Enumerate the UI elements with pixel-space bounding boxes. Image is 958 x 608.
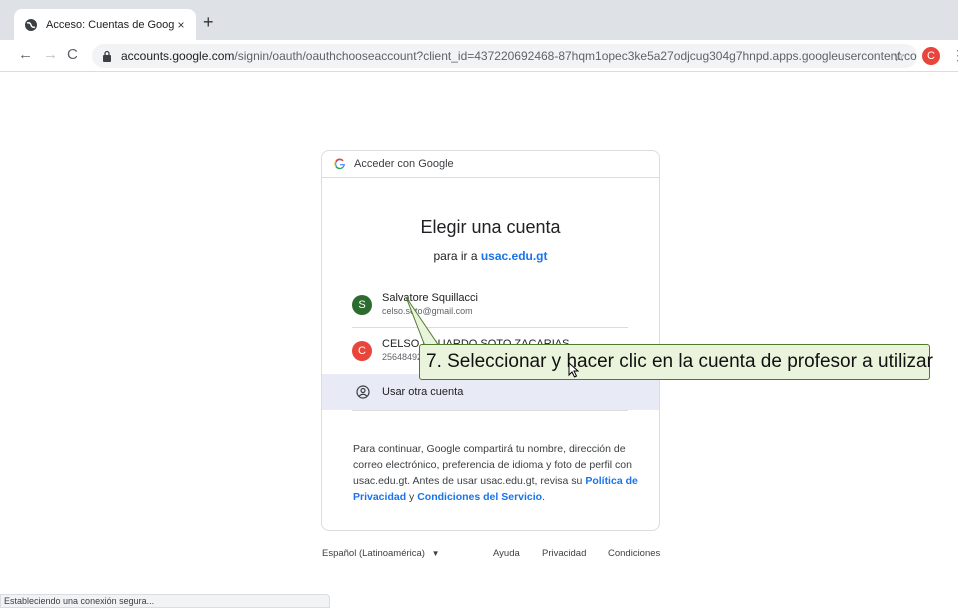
account-chooser-card: Acceder con Google Elegir una cuenta par… bbox=[321, 150, 660, 531]
lock-icon bbox=[102, 50, 112, 62]
subtitle-prefix: para ir a bbox=[433, 249, 481, 263]
disclaimer-period: . bbox=[542, 491, 546, 503]
account-avatar: S bbox=[352, 295, 372, 315]
back-icon[interactable]: ← bbox=[18, 47, 33, 63]
language-label: Español (Latinoamérica) bbox=[322, 548, 425, 559]
tab-title: Acceso: Cuentas de Google bbox=[46, 18, 174, 31]
browser-toolbar: ← → C accounts.google.com/signin/oauth/o… bbox=[0, 40, 958, 72]
consent-disclaimer: Para continuar, Google compartirá tu nom… bbox=[353, 441, 638, 505]
terms-of-service-link[interactable]: Condiciones del Servicio bbox=[417, 491, 542, 503]
globe-icon bbox=[24, 18, 38, 32]
user-circle-icon bbox=[356, 385, 370, 399]
page-title: Elegir una cuenta bbox=[420, 217, 561, 237]
account-divider bbox=[352, 327, 628, 328]
mouse-cursor-icon bbox=[568, 362, 580, 378]
callout-text: 7. Seleccionar y hacer clic en la cuenta… bbox=[426, 351, 933, 372]
help-link[interactable]: Ayuda bbox=[493, 548, 520, 559]
chevron-down-icon: ▼ bbox=[431, 549, 440, 558]
card-header: Acceder con Google bbox=[322, 151, 659, 178]
account-item-1[interactable]: S Salvatore Squillacci celso.soto@gmail.… bbox=[322, 285, 659, 325]
bookmark-star-icon[interactable]: ☆ bbox=[893, 48, 906, 65]
tutorial-callout: 7. Seleccionar y hacer clic en la cuenta… bbox=[419, 344, 933, 380]
account-divider bbox=[352, 410, 628, 411]
browser-tab[interactable]: Acceso: Cuentas de Google × bbox=[14, 9, 196, 40]
subtitle-domain-link[interactable]: usac.edu.gt bbox=[481, 249, 548, 263]
use-other-account-label: Usar otra cuenta bbox=[382, 386, 464, 398]
and-word: y bbox=[409, 491, 415, 503]
tab-strip: Acceso: Cuentas de Google × + bbox=[0, 0, 958, 40]
card-header-label: Acceder con Google bbox=[354, 158, 454, 170]
menu-dots-icon[interactable]: ⋮ bbox=[951, 47, 958, 64]
terms-link[interactable]: Condiciones bbox=[608, 548, 660, 559]
language-selector[interactable]: Español (Latinoamérica) ▼ bbox=[322, 548, 440, 559]
url-path: /signin/oauth/oauthchooseaccount?client_… bbox=[234, 49, 917, 63]
account-avatar: C bbox=[352, 341, 372, 361]
forward-icon[interactable]: → bbox=[43, 47, 58, 63]
page-subtitle: para ir a usac.edu.gt bbox=[322, 249, 659, 263]
google-logo-icon bbox=[334, 158, 346, 170]
url-host: accounts.google.com bbox=[121, 49, 235, 63]
browser-status-bar: Estableciendo una conexión segura... bbox=[0, 594, 330, 608]
profile-avatar[interactable]: C bbox=[922, 47, 940, 65]
tab-close-icon[interactable]: × bbox=[174, 18, 188, 32]
address-bar[interactable]: accounts.google.com/signin/oauth/oauthch… bbox=[92, 44, 917, 68]
reload-icon[interactable]: C bbox=[67, 47, 78, 63]
new-tab-button[interactable]: + bbox=[203, 13, 214, 31]
privacy-link[interactable]: Privacidad bbox=[542, 548, 586, 559]
